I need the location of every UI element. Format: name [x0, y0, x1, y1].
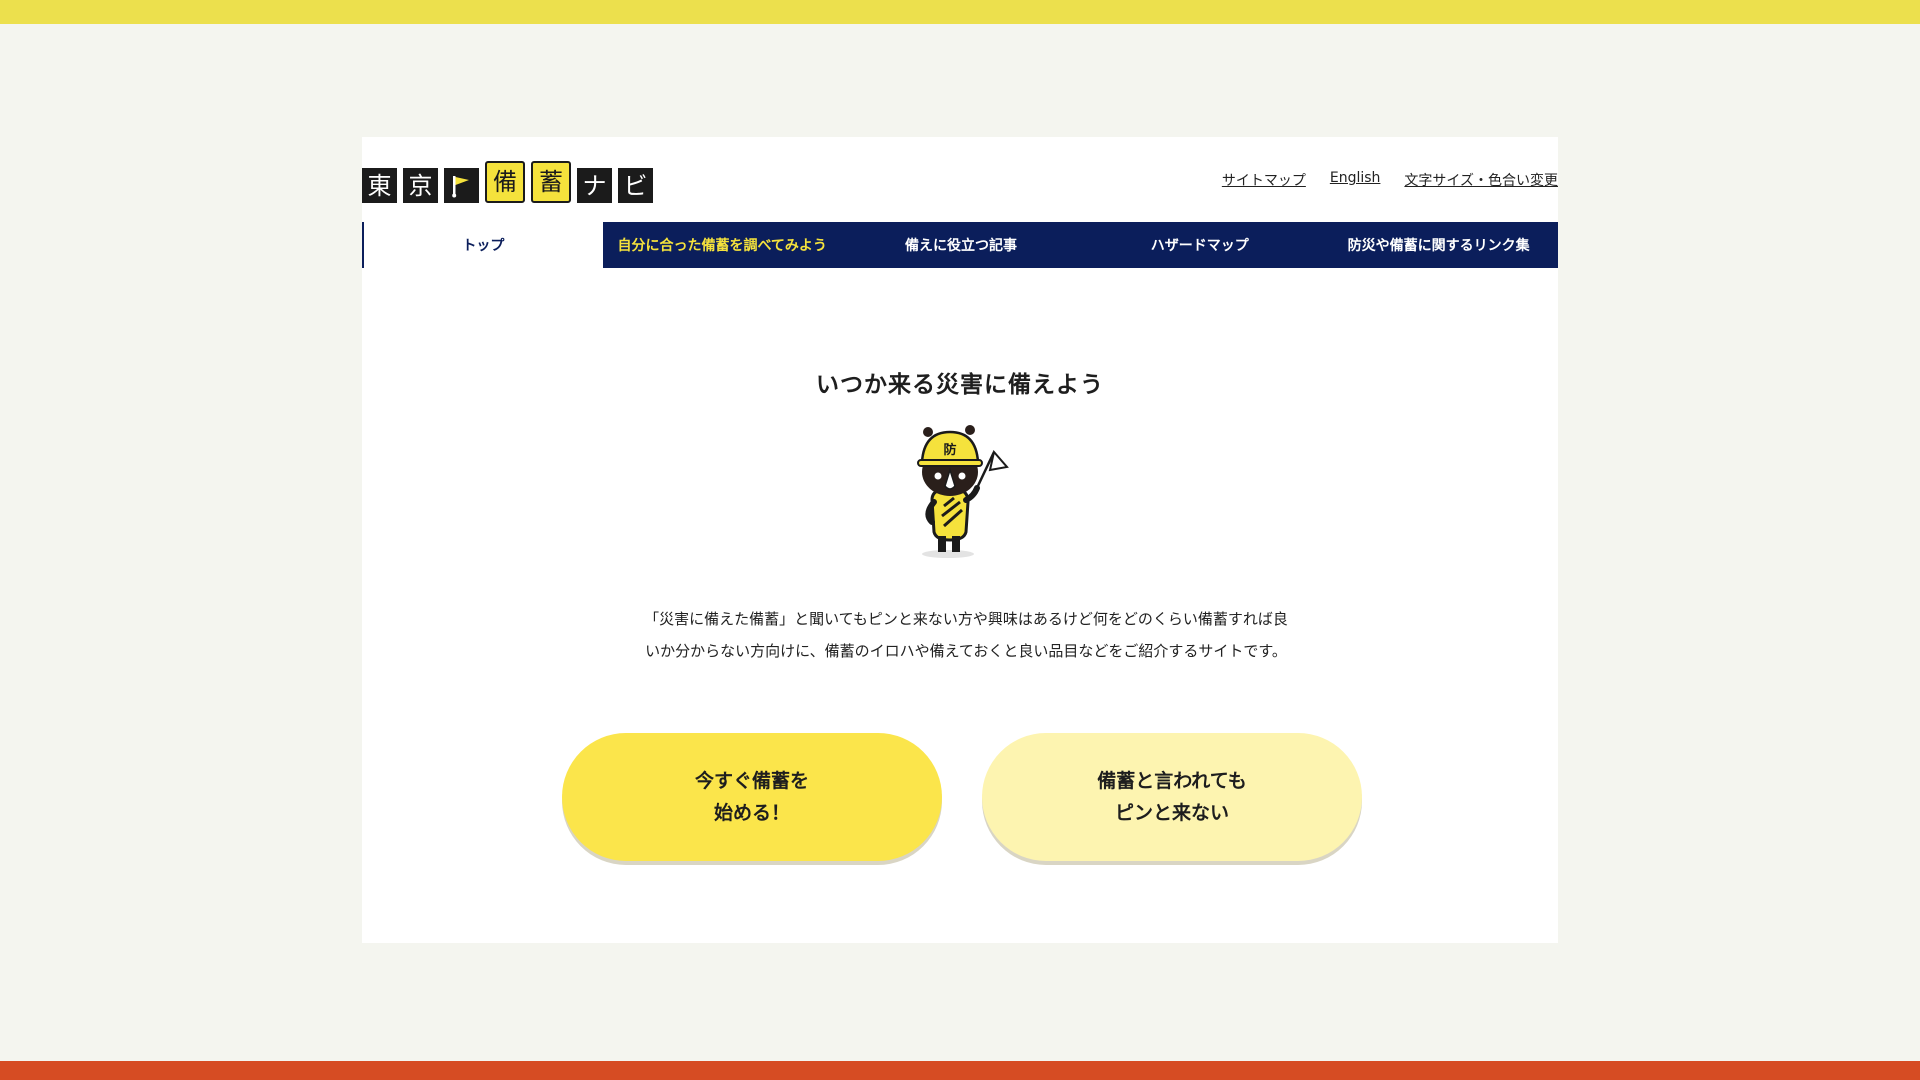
text-size-color-link[interactable]: 文字サイズ・色合い変更 — [1404, 170, 1558, 190]
site-logo[interactable]: 東 京 備 蓄 ナ ビ — [362, 157, 653, 203]
mascot-helmet-text: 防 — [943, 442, 956, 458]
flag-icon — [444, 168, 479, 203]
logo-char-chiku: 蓄 — [531, 161, 571, 203]
logo-char-bi-kana: ビ — [618, 168, 653, 203]
logo-char-tokyo-1: 東 — [362, 168, 397, 203]
nav-item-articles[interactable]: 備えに役立つ記事 — [841, 222, 1081, 268]
intro-line-1: 「災害に備えた備蓄」と聞いてもピンと来ない方や興味はあるけど何をどのくらい備蓄す… — [644, 610, 1288, 628]
logo-char-tokyo-2: 京 — [403, 168, 438, 203]
utility-links: サイトマップ English 文字サイズ・色合い変更 — [1222, 170, 1558, 190]
top-stripe — [0, 0, 1920, 24]
not-sure-button[interactable]: 備蓄と言われても ピンと来ない — [982, 733, 1362, 861]
nav-item-top[interactable]: トップ — [362, 222, 603, 268]
nav-item-links[interactable]: 防災や備蓄に関するリンク集 — [1319, 222, 1558, 268]
logo-char-na: ナ — [577, 168, 612, 203]
global-nav: トップ 自分に合った備蓄を調べてみよう 備えに役立つ記事 ハザードマップ 防災や… — [362, 222, 1558, 268]
start-stockpile-button[interactable]: 今すぐ備蓄を 始める！ — [562, 733, 942, 861]
nav-item-find-stockpile[interactable]: 自分に合った備蓄を調べてみよう — [602, 222, 842, 268]
english-link[interactable]: English — [1330, 170, 1381, 190]
sitemap-link[interactable]: サイトマップ — [1222, 170, 1306, 190]
mascot-image: 防 — [904, 422, 1024, 562]
nav-item-hazard-map[interactable]: ハザードマップ — [1080, 222, 1320, 268]
intro-text: 「災害に備えた備蓄」と聞いてもピンと来ない方や興味はあるけど何をどのくらい備蓄す… — [616, 603, 1316, 667]
logo-char-bi: 備 — [485, 161, 525, 203]
bottom-stripe — [0, 1061, 1920, 1080]
page-headline: いつか来る災害に備えよう — [816, 372, 1104, 399]
intro-line-2: いか分からない方向けに、備蓄のイロハや備えておくと良い品目などをご紹介するサイト… — [645, 642, 1287, 660]
page-card: 東 京 備 蓄 ナ ビ サイトマップ English 文字サイズ・色合い変更 ト… — [362, 137, 1558, 943]
